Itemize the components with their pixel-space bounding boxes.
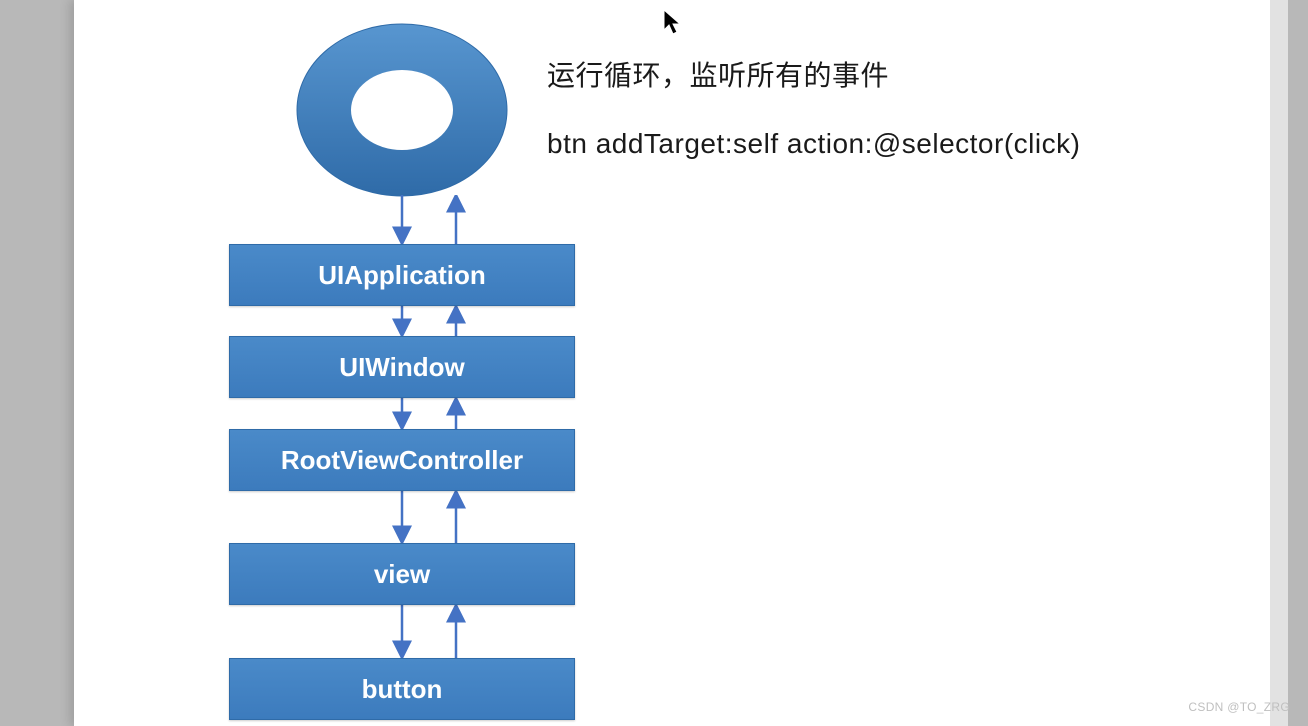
slide-canvas: 运行循环，监听所有的事件 btn addTarget:self action:@… (74, 0, 1274, 726)
arrow-pair-1 (374, 306, 474, 336)
box-label: button (362, 674, 443, 705)
watermark: CSDN @TO_ZRG (1188, 700, 1290, 714)
box-view: view (229, 543, 575, 605)
arrow-pair-4 (374, 605, 474, 658)
box-label: RootViewController (281, 445, 523, 476)
right-gutter (1270, 0, 1288, 726)
runloop-donut-icon (293, 20, 511, 200)
arrow-pair-2 (374, 398, 474, 429)
cursor-icon (662, 8, 684, 36)
arrow-pair-0 (374, 195, 474, 244)
box-button: button (229, 658, 575, 720)
description-line-2: btn addTarget:self action:@selector(clic… (547, 128, 1080, 160)
box-label: view (374, 559, 430, 590)
box-label: UIApplication (318, 260, 486, 291)
box-label: UIWindow (339, 352, 464, 383)
box-uiapplication: UIApplication (229, 244, 575, 306)
box-uiwindow: UIWindow (229, 336, 575, 398)
slide-container: 运行循环，监听所有的事件 btn addTarget:self action:@… (56, 0, 1288, 726)
box-rootviewcontroller: RootViewController (229, 429, 575, 491)
arrow-pair-3 (374, 491, 474, 543)
description-line-1: 运行循环，监听所有的事件 (547, 54, 889, 94)
